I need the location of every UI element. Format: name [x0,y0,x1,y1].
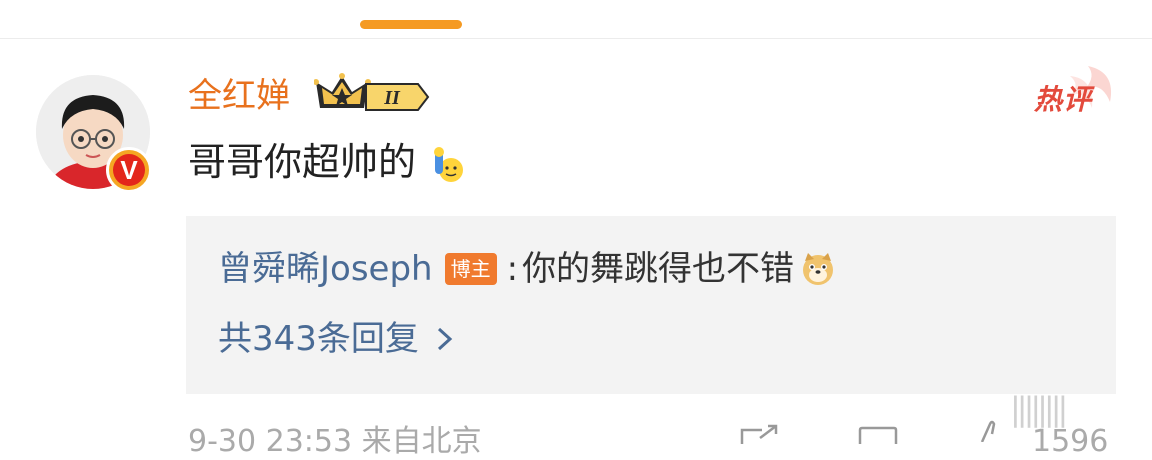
comment-username[interactable]: 全红婵 [188,74,290,118]
watermark: |||||||| [1010,390,1068,428]
more-replies-label[interactable]: 共343条回复 [218,316,419,362]
doge-emoji-icon [803,253,834,285]
reply-text: 你的舞跳得也不错 [522,249,795,289]
reply-separator: : [506,249,519,289]
wave-emoji-icon [434,146,464,182]
comment-icon[interactable] [858,424,898,444]
reply-item[interactable]: 曾舜晞Joseph 博主 : 你的舞跳得也不错 [218,246,836,292]
active-tab-indicator [360,20,462,29]
comment-meta: 9-30 23:53 来自北京 [188,424,482,459]
verified-icon: V [106,147,152,193]
comment-text: 哥哥你超帅的 [188,138,466,186]
reply-preview-box[interactable] [186,216,1116,394]
crown-icon: II [314,73,430,111]
like-count: 1596 [1032,424,1109,459]
more-replies-link[interactable]: 共343条回复 [218,316,455,362]
share-icon[interactable] [740,424,782,444]
divider [0,38,1152,39]
reply-author[interactable]: 曾舜晞Joseph [218,246,433,292]
hot-comment-label: 热评 [1034,83,1093,116]
level-badge-label: II [383,87,401,109]
comment-body: 哥哥你超帅的 [188,140,417,184]
chevron-right-icon[interactable] [435,326,455,352]
blogger-badge: 博主 [444,253,497,285]
